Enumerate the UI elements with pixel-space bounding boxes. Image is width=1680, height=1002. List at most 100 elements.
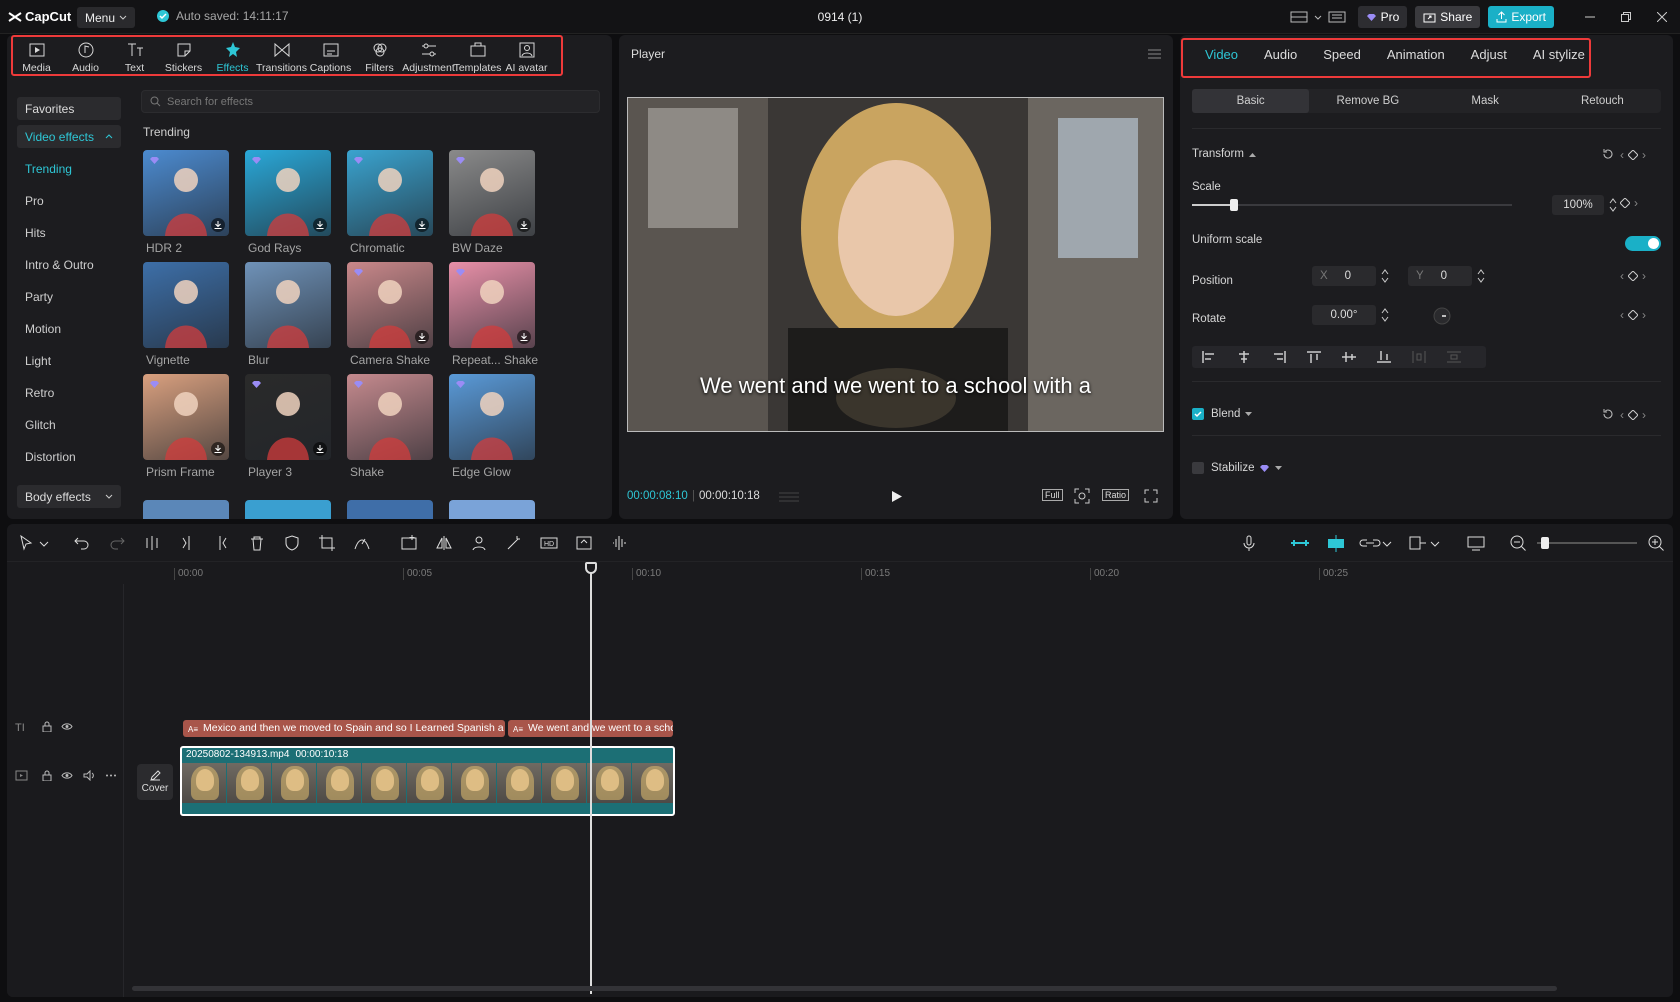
playhead-handle[interactable]: [585, 562, 597, 574]
main-track-magnet-icon[interactable]: [1289, 534, 1311, 552]
subtab-remove-bg[interactable]: Remove BG: [1309, 89, 1426, 113]
keyframe-controls[interactable]: ‹ ›: [1620, 148, 1646, 162]
favorites-button[interactable]: Favorites: [17, 97, 121, 120]
time-ruler[interactable]: 00:00 00:05 00:10 00:15 00:20 00:25: [124, 562, 1673, 584]
video-preview[interactable]: We went and we went to a school with a: [627, 97, 1164, 432]
tab-templates[interactable]: Templates: [453, 35, 502, 78]
full-button[interactable]: Full: [1042, 489, 1063, 501]
effect-thumbnail[interactable]: [245, 262, 331, 348]
position-x-field[interactable]: X 0: [1312, 266, 1376, 286]
effect-card[interactable]: Player 3: [245, 374, 331, 479]
category-item[interactable]: Glitch: [17, 409, 121, 441]
chevron-down-icon[interactable]: [1430, 534, 1440, 552]
layout-chevron-icon[interactable]: [1312, 4, 1324, 30]
tab-ai-avatar[interactable]: AI avatar: [502, 35, 551, 78]
tab-adjustment[interactable]: Adjustment: [402, 35, 455, 78]
align-right-icon[interactable]: [1272, 351, 1286, 363]
rotate-value[interactable]: 0.00°: [1312, 305, 1376, 325]
effect-card[interactable]: HDR 2: [143, 150, 229, 255]
pro-button[interactable]: Pro: [1357, 6, 1408, 28]
category-item[interactable]: Retro: [17, 377, 121, 409]
effect-thumbnail[interactable]: [143, 374, 229, 460]
crop-icon[interactable]: [318, 534, 336, 552]
stepper-icon[interactable]: [1609, 197, 1617, 213]
restore-button[interactable]: [1608, 0, 1644, 34]
category-item[interactable]: Pro: [17, 185, 121, 217]
effect-card[interactable]: Shake: [347, 374, 433, 479]
ratio-button[interactable]: Ratio: [1102, 489, 1130, 501]
zoom-slider-handle[interactable]: [1541, 537, 1549, 549]
video-clip[interactable]: 20250802-134913.mp4 00:00:10:18: [180, 746, 675, 816]
effect-card[interactable]: Chromatic: [347, 150, 433, 255]
reset-icon[interactable]: [1602, 408, 1614, 420]
effect-thumb-partial[interactable]: [347, 500, 433, 519]
category-item[interactable]: Light: [17, 345, 121, 377]
mirror-icon[interactable]: [435, 534, 453, 552]
tab-audio[interactable]: Audio: [61, 35, 110, 78]
tab-captions[interactable]: Captions: [306, 35, 355, 78]
download-icon[interactable]: [211, 442, 225, 456]
position-keyframe[interactable]: ‹ ›: [1620, 269, 1646, 283]
speaker-icon[interactable]: [83, 770, 95, 781]
lock-icon[interactable]: [42, 770, 52, 781]
scale-slider-track[interactable]: [1192, 199, 1512, 211]
position-y-field[interactable]: Y 0: [1408, 266, 1472, 286]
select-tool-icon[interactable]: [17, 534, 35, 552]
effect-card[interactable]: Blur: [245, 262, 331, 367]
effect-thumbnail[interactable]: [143, 150, 229, 236]
player-menu-icon[interactable]: [1148, 49, 1161, 59]
link-icon[interactable]: [1359, 534, 1381, 552]
tab-stickers[interactable]: Stickers: [159, 35, 208, 78]
eye-icon[interactable]: [61, 722, 73, 731]
y-stepper-icon[interactable]: [1477, 268, 1485, 284]
effect-thumbnail[interactable]: [449, 150, 535, 236]
download-icon[interactable]: [211, 218, 225, 232]
effect-thumbnail[interactable]: [245, 150, 331, 236]
align-left-icon[interactable]: [1202, 351, 1216, 363]
speed-curve-icon[interactable]: [353, 534, 371, 552]
tab-animation[interactable]: Animation: [1374, 35, 1458, 75]
effect-thumbnail[interactable]: [449, 262, 535, 348]
zoom-in-icon[interactable]: [1647, 534, 1665, 552]
chevron-down-icon[interactable]: [39, 534, 49, 552]
align-center-v-icon[interactable]: [1342, 351, 1356, 363]
rotate-dial-icon[interactable]: [1433, 307, 1451, 325]
effects-search[interactable]: Search for effects: [141, 90, 600, 113]
download-icon[interactable]: [313, 218, 327, 232]
effect-card[interactable]: Camera Shake: [347, 262, 433, 367]
download-icon[interactable]: [415, 330, 429, 344]
audio-wave-icon[interactable]: [610, 534, 628, 552]
effect-card[interactable]: Repeat... Shake: [449, 262, 538, 367]
close-button[interactable]: [1644, 0, 1680, 34]
timeline-grid-icon[interactable]: [779, 491, 799, 503]
tab-speed[interactable]: Speed: [1310, 35, 1374, 75]
scale-keyframe[interactable]: ›: [1620, 196, 1638, 210]
zoom-out-icon[interactable]: [1509, 534, 1527, 552]
lock-icon[interactable]: [42, 721, 52, 732]
cover-button[interactable]: Cover: [137, 764, 173, 800]
subtab-mask[interactable]: Mask: [1427, 89, 1544, 113]
freeze-frame-icon[interactable]: [400, 534, 418, 552]
more-icon[interactable]: [105, 774, 117, 777]
effect-thumb-partial[interactable]: [143, 500, 229, 519]
share-button[interactable]: Share: [1415, 6, 1481, 28]
rotate-stepper-icon[interactable]: [1381, 307, 1389, 323]
effect-thumbnail[interactable]: [245, 374, 331, 460]
rotate-keyframe[interactable]: ‹ ›: [1620, 308, 1646, 322]
trim-right-icon[interactable]: [213, 534, 231, 552]
zoom-slider[interactable]: [1537, 537, 1637, 549]
microphone-icon[interactable]: [1240, 534, 1258, 552]
menu-button[interactable]: Menu: [77, 7, 136, 28]
category-item[interactable]: Trending: [17, 153, 121, 185]
subtab-basic[interactable]: Basic: [1192, 89, 1310, 113]
stabilize-section-header[interactable]: Stabilize: [1211, 462, 1283, 474]
auto-reframe-icon[interactable]: [575, 534, 593, 552]
shield-icon[interactable]: [283, 534, 301, 552]
download-icon[interactable]: [415, 218, 429, 232]
preview-axis-icon[interactable]: [1407, 534, 1429, 552]
chevron-down-icon[interactable]: [1382, 534, 1392, 552]
remove-bg-icon[interactable]: [470, 534, 488, 552]
tab-media[interactable]: Media: [12, 35, 61, 78]
subtab-retouch[interactable]: Retouch: [1544, 89, 1661, 113]
playhead[interactable]: [585, 562, 597, 994]
